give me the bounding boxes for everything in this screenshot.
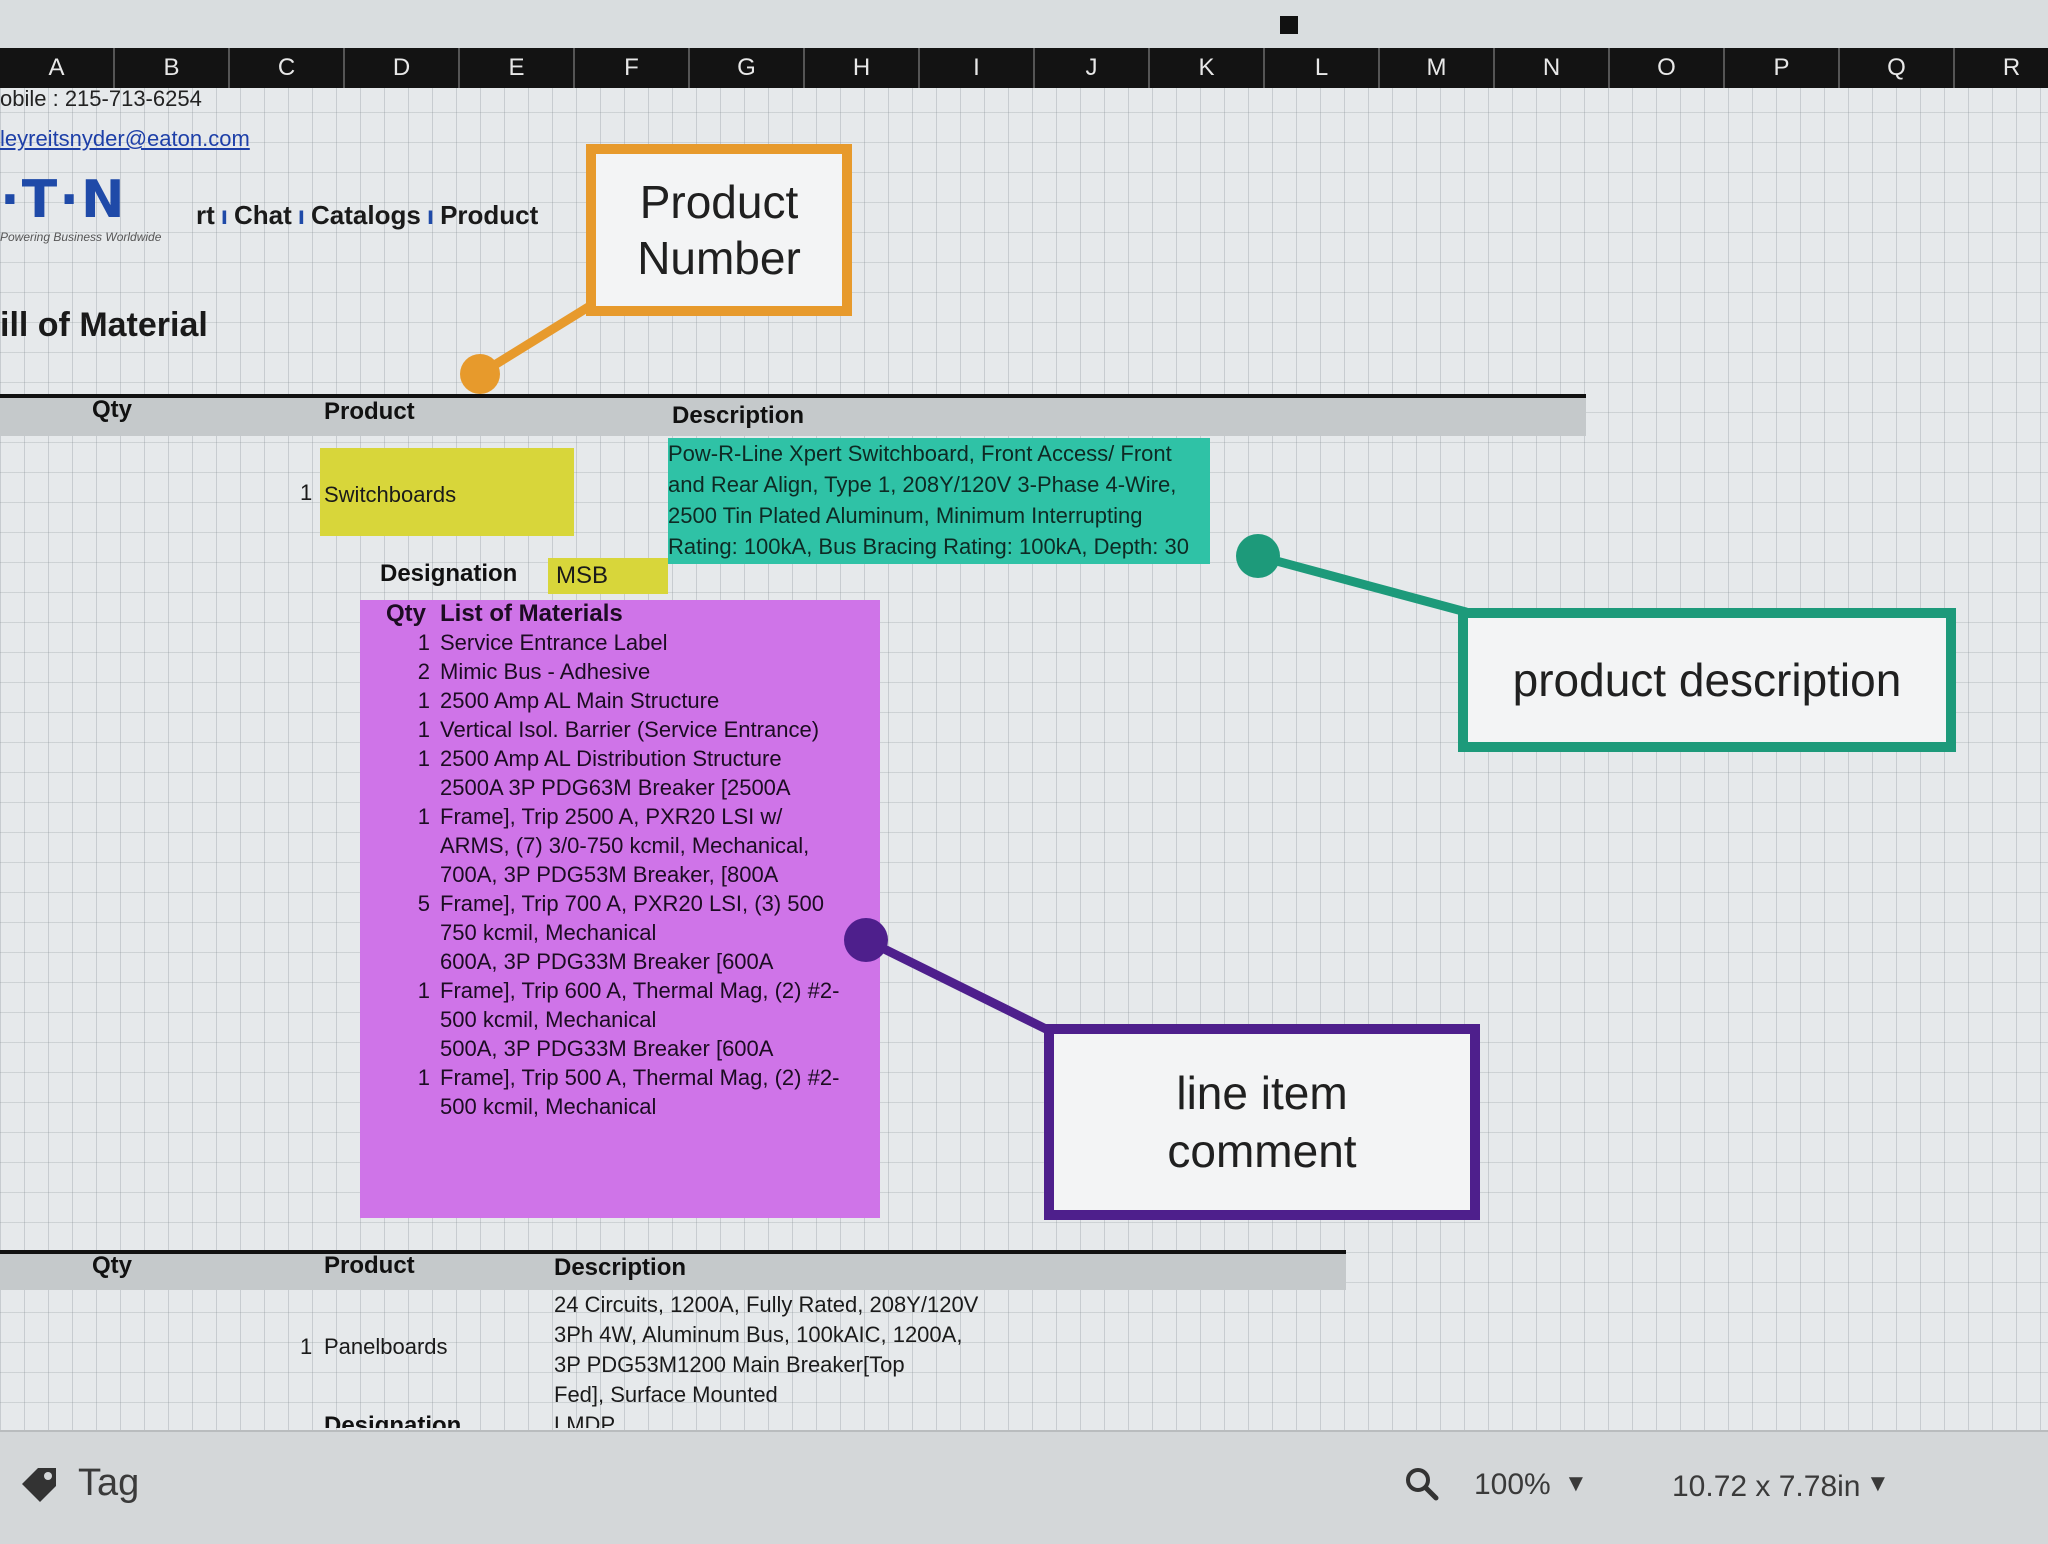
chevron-down-icon[interactable]: ▼ bbox=[1564, 1470, 1588, 1498]
product-number-dot bbox=[460, 354, 500, 394]
callout-line-item-line: comment bbox=[1167, 1125, 1357, 1177]
callout-connectors bbox=[460, 301, 1471, 1035]
zoom-level[interactable]: 100% bbox=[1474, 1468, 1551, 1502]
tag-icon[interactable] bbox=[16, 1462, 60, 1506]
product-description-dot bbox=[1236, 534, 1280, 578]
status-bar: Tag 100% ▼ 10.72 x 7.78in ▼ bbox=[0, 1430, 2048, 1544]
tag-label[interactable]: Tag bbox=[78, 1462, 139, 1505]
line-item-connector bbox=[861, 935, 1053, 1035]
callout-product-number-line: Number bbox=[637, 232, 801, 284]
search-icon[interactable] bbox=[1404, 1466, 1440, 1502]
chevron-down-icon[interactable]: ▼ bbox=[1866, 1470, 1890, 1498]
page-size[interactable]: 10.72 x 7.78in bbox=[1672, 1470, 1860, 1504]
callout-product-description-text: product description bbox=[1512, 654, 1902, 706]
callout-line-item-comment[interactable]: line item comment bbox=[1044, 1024, 1480, 1220]
line-item-dot bbox=[844, 918, 888, 962]
product-description-connector bbox=[1253, 551, 1471, 617]
callout-product-description[interactable]: product description bbox=[1458, 608, 1956, 752]
callout-product-number[interactable]: Product Number bbox=[586, 144, 852, 316]
callout-line-item-line: line item bbox=[1176, 1067, 1348, 1119]
callout-product-number-line: Product bbox=[639, 176, 799, 228]
